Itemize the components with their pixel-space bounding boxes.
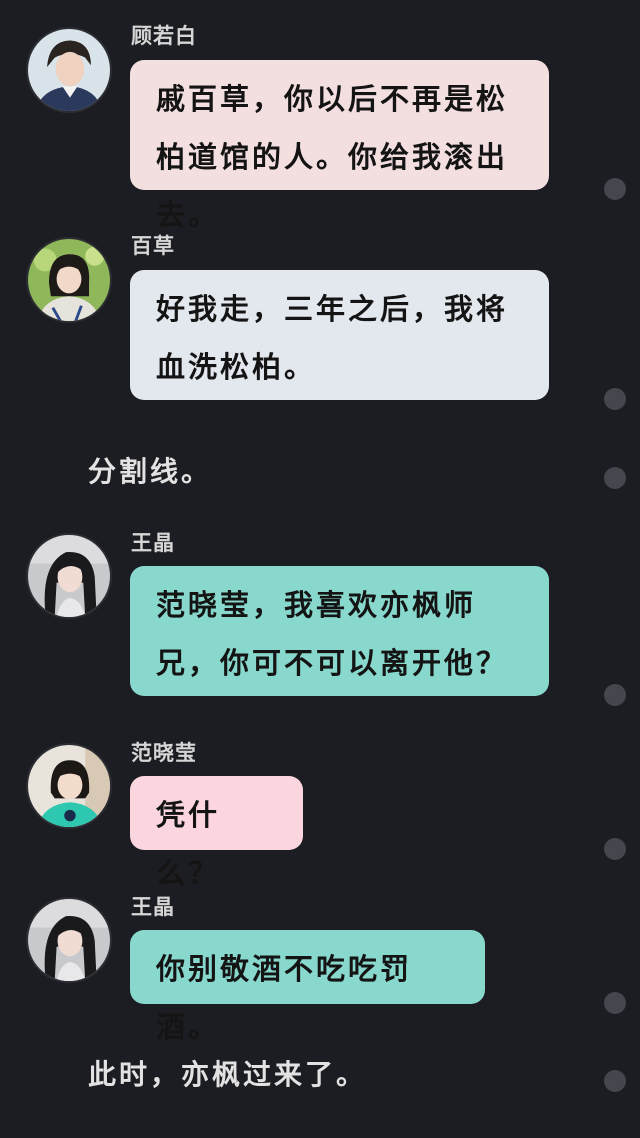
long-hair-woman-avatar-icon	[28, 899, 110, 981]
message-bubble[interactable]: 凭什么？	[130, 776, 303, 890]
status-dot[interactable]	[604, 467, 626, 489]
avatar-wangjing[interactable]	[26, 533, 112, 619]
chat-screen: 顾若白 戚百草，你以后不再是松柏道馆的人。你给我滚出去。 百草 好我走，三年之后…	[0, 0, 640, 1138]
sender-name: 范晓莹	[131, 740, 197, 765]
narration-text: 此时，亦枫过来了。	[88, 1058, 368, 1091]
message-bubble[interactable]: 戚百草，你以后不再是松柏道馆的人。你给我滚出去。	[130, 60, 549, 232]
status-dot[interactable]	[604, 1070, 626, 1092]
status-dot[interactable]	[604, 178, 626, 200]
status-dot[interactable]	[604, 684, 626, 706]
sender-name: 百草	[131, 233, 175, 258]
sender-name: 王晶	[131, 894, 175, 919]
message-bubble[interactable]: 你别敬酒不吃吃罚酒。	[130, 930, 485, 1044]
status-dot[interactable]	[604, 992, 626, 1014]
long-hair-woman-avatar-icon	[28, 535, 110, 617]
girl-green-top-avatar-icon	[28, 745, 110, 827]
avatar-fan-xiaoying[interactable]	[26, 743, 112, 829]
narration-text: 分割线。	[88, 455, 213, 488]
message-bubble[interactable]: 好我走，三年之后，我将血洗松柏。	[130, 270, 549, 400]
avatar-wangjing[interactable]	[26, 897, 112, 983]
message-bubble[interactable]: 范晓莹，我喜欢亦枫师兄，你可不可以离开他？	[130, 566, 549, 696]
status-dot[interactable]	[604, 838, 626, 860]
status-dot[interactable]	[604, 388, 626, 410]
sender-name: 王晶	[131, 530, 175, 555]
sender-name: 顾若白	[131, 23, 197, 48]
young-man-avatar-icon	[28, 29, 110, 111]
avatar-gu-ruobai[interactable]	[26, 27, 112, 113]
girl-with-bangs-avatar-icon	[28, 239, 110, 321]
avatar-baicao[interactable]	[26, 237, 112, 323]
